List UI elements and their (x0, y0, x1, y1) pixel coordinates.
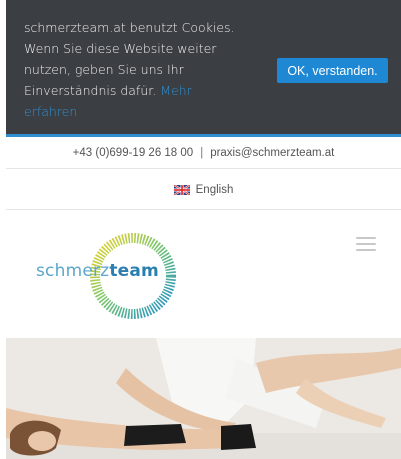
logo-text-light: schmerz (36, 261, 110, 281)
cookie-accept-button[interactable]: OK, verstanden. (277, 58, 388, 83)
phone-link[interactable]: +43 (0)699-19 26 18 00 (73, 147, 194, 159)
hamburger-menu-button[interactable] (356, 237, 376, 251)
logo[interactable]: schmerzteam (36, 261, 159, 281)
contact-separator: | (200, 146, 204, 159)
cookie-message-text: schmerzteam.at benutzt Cookies. Wenn Sie… (24, 20, 235, 98)
cookie-message: schmerzteam.at benutzt Cookies. Wenn Sie… (24, 17, 239, 122)
uk-flag-icon (173, 184, 190, 195)
email-link[interactable]: praxis@schmerzteam.at (210, 147, 334, 159)
massage-photo (6, 338, 401, 459)
cookie-banner: schmerzteam.at benutzt Cookies. Wenn Sie… (6, 0, 401, 137)
language-switcher[interactable]: English (6, 170, 401, 210)
hamburger-icon (356, 237, 376, 239)
contact-bar: +43 (0)699-19 26 18 00 | praxis@schmerzt… (6, 137, 401, 169)
hero-image (6, 338, 401, 459)
language-label: English (195, 183, 234, 196)
site-header: schmerzteam (6, 211, 401, 336)
logo-text-bold: team (109, 261, 159, 281)
